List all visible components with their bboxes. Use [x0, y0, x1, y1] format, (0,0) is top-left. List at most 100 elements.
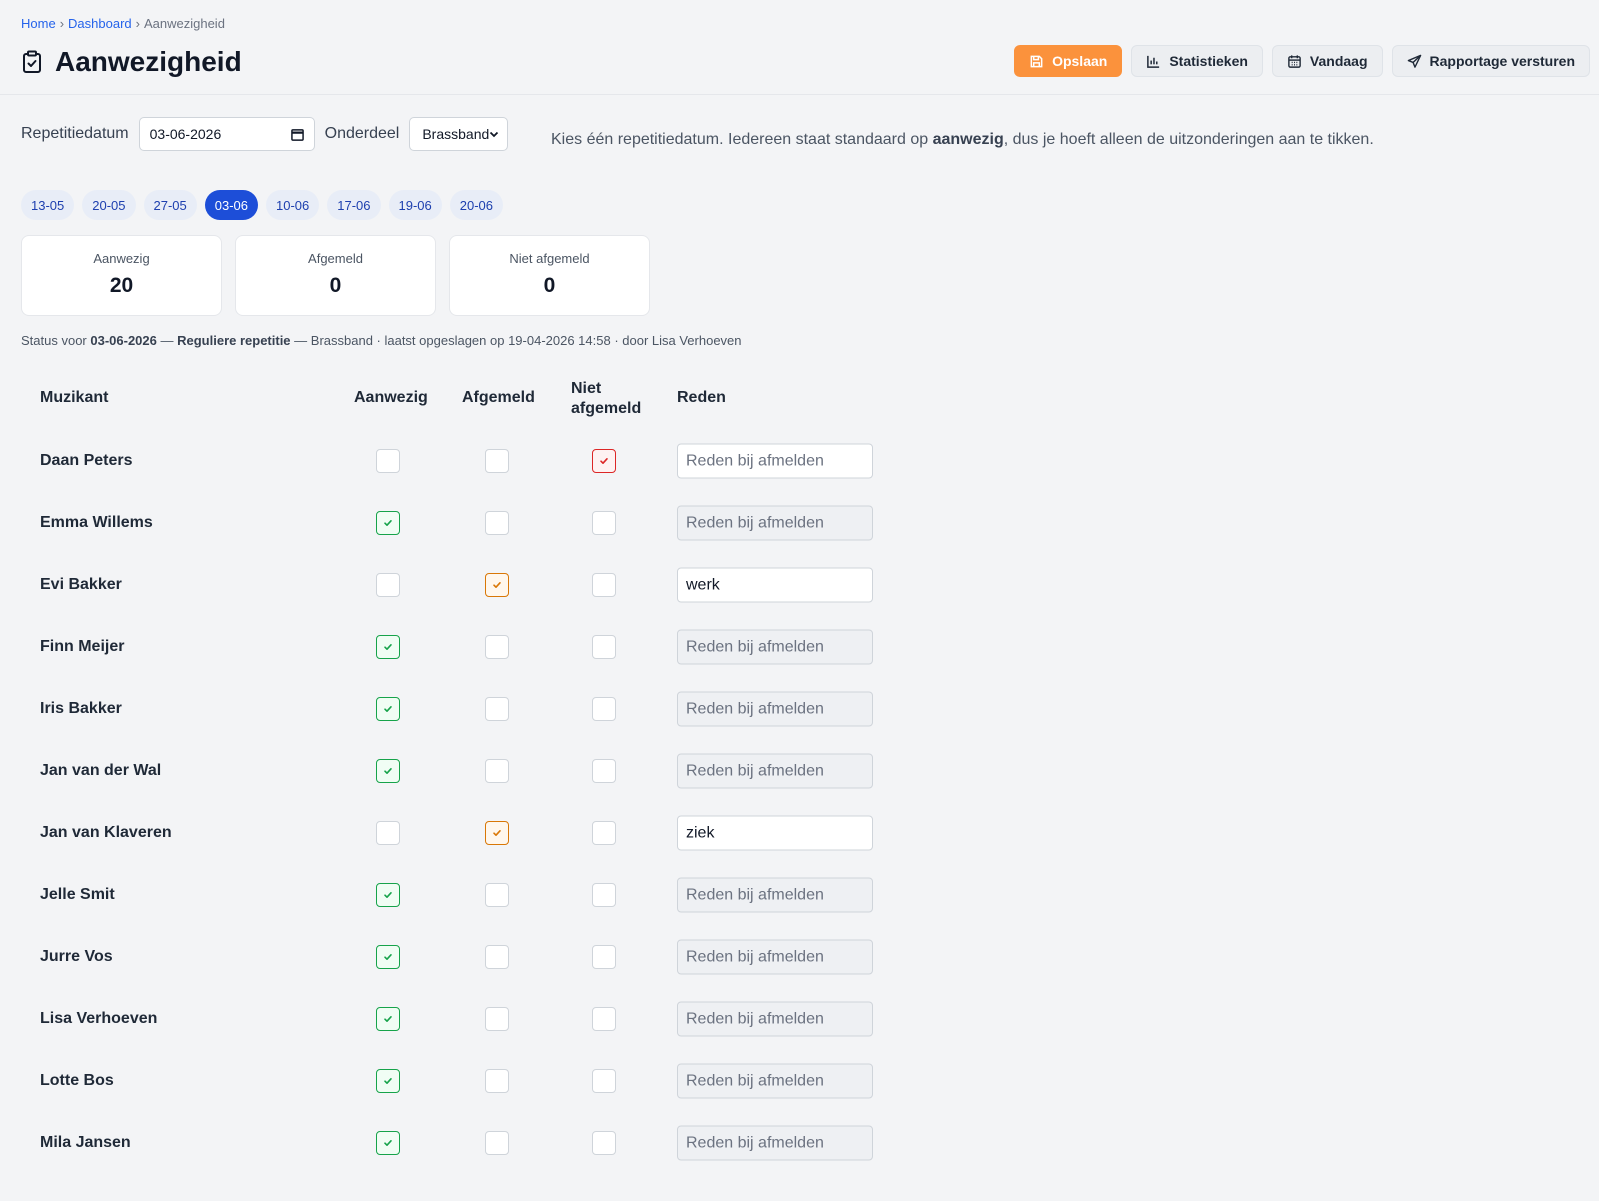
excused-checkbox[interactable]	[485, 697, 509, 721]
not-excused-checkbox[interactable]	[592, 511, 616, 535]
section-label: Onderdeel	[324, 125, 400, 142]
musician-name: Jurre Vos	[40, 948, 113, 965]
checkmark-icon	[384, 706, 392, 712]
send-report-button[interactable]: Rapportage versturen	[1391, 45, 1590, 77]
page-title-group: Aanwezigheid	[21, 46, 242, 78]
reason-input[interactable]	[677, 1063, 873, 1099]
excused-checkbox[interactable]	[485, 1131, 509, 1155]
not-excused-checkbox[interactable]	[592, 883, 616, 907]
date-pill[interactable]: 27-05	[143, 190, 197, 220]
breadcrumb-separator: ›	[59, 16, 65, 31]
not-excused-checkbox[interactable]	[592, 821, 616, 845]
present-checkbox[interactable]	[376, 511, 400, 535]
date-pill[interactable]: 20-06	[449, 190, 503, 220]
excused-checkbox[interactable]	[485, 1007, 509, 1031]
stat-label: Afgemeld	[308, 251, 363, 266]
not-excused-checkbox[interactable]	[592, 759, 616, 783]
date-pill[interactable]: 20-05	[82, 190, 136, 220]
rehearsal-date-input[interactable]: 03-06-2026	[138, 117, 315, 151]
excused-checkbox[interactable]	[485, 635, 509, 659]
statistics-button-label: Statistieken	[1169, 53, 1248, 69]
table-row: Jurre Vos	[21, 926, 901, 988]
present-checkbox[interactable]	[376, 1069, 400, 1093]
present-checkbox[interactable]	[376, 573, 400, 597]
calendar-icon[interactable]	[290, 128, 304, 141]
present-checkbox[interactable]	[376, 449, 400, 473]
not-excused-checkbox[interactable]	[592, 945, 616, 969]
not-excused-checkbox[interactable]	[592, 635, 616, 659]
table-row: Lisa Verhoeven	[21, 988, 901, 1050]
excused-checkbox[interactable]	[485, 511, 509, 535]
excused-checkbox[interactable]	[485, 1069, 509, 1093]
calendar-icon	[1288, 54, 1301, 68]
excused-checkbox[interactable]	[485, 759, 509, 783]
table-row: Jelle Smit	[21, 864, 901, 926]
reason-input[interactable]	[677, 691, 873, 727]
stat-card: Aanwezig 20	[21, 235, 222, 316]
statistics-button[interactable]: Statistieken	[1131, 45, 1263, 77]
present-checkbox[interactable]	[376, 697, 400, 721]
breadcrumb-home-link[interactable]: Home	[21, 16, 56, 31]
checkmark-icon	[493, 830, 501, 836]
present-checkbox[interactable]	[376, 945, 400, 969]
musician-name: Finn Meijer	[40, 638, 125, 655]
not-excused-checkbox[interactable]	[592, 697, 616, 721]
date-pill[interactable]: 13-05	[21, 190, 75, 220]
clipboard-check-icon	[21, 49, 43, 75]
date-pill[interactable]: 19-06	[388, 190, 442, 220]
date-pill[interactable]: 10-06	[266, 190, 320, 220]
musician-name: Lisa Verhoeven	[40, 1010, 158, 1027]
help-text: Kies één repetitiedatum. Iedereen staat …	[551, 131, 1374, 148]
breadcrumb-separator: ›	[135, 16, 140, 31]
excused-checkbox[interactable]	[485, 449, 509, 473]
header-reason: Reden	[677, 389, 726, 406]
stat-value: 0	[329, 274, 342, 297]
excused-checkbox[interactable]	[485, 883, 509, 907]
checkmark-icon	[384, 768, 392, 774]
today-button[interactable]: Vandaag	[1271, 45, 1383, 77]
status-line: Status voor 03-06-2026 — Reguliere repet…	[21, 333, 742, 348]
breadcrumb: Home › Dashboard › Aanwezigheid	[21, 16, 225, 31]
date-label: Repetitiedatum	[21, 125, 129, 142]
date-pill[interactable]: 03-06	[204, 190, 258, 220]
present-checkbox[interactable]	[376, 883, 400, 907]
not-excused-checkbox[interactable]	[592, 449, 616, 473]
checkmark-icon	[384, 520, 392, 526]
stat-label: Aanwezig	[93, 251, 150, 266]
present-checkbox[interactable]	[376, 759, 400, 783]
reason-input[interactable]	[677, 505, 873, 541]
reason-input[interactable]	[677, 1125, 873, 1161]
not-excused-checkbox[interactable]	[592, 1069, 616, 1093]
excused-checkbox[interactable]	[485, 821, 509, 845]
breadcrumb-dashboard-link[interactable]: Dashboard	[68, 16, 132, 31]
reason-input[interactable]	[677, 939, 873, 975]
bar-chart-icon	[1147, 55, 1160, 68]
reason-input[interactable]	[677, 1001, 873, 1037]
present-checkbox[interactable]	[376, 1007, 400, 1031]
save-button[interactable]: Opslaan	[1014, 45, 1123, 77]
stat-value: 20	[109, 274, 134, 297]
excused-checkbox[interactable]	[485, 945, 509, 969]
excused-checkbox[interactable]	[485, 573, 509, 597]
not-excused-checkbox[interactable]	[592, 573, 616, 597]
reason-input[interactable]	[677, 877, 873, 913]
reason-input[interactable]	[677, 753, 873, 789]
not-excused-checkbox[interactable]	[592, 1007, 616, 1031]
present-checkbox[interactable]	[376, 1131, 400, 1155]
not-excused-checkbox[interactable]	[592, 1131, 616, 1155]
section-select[interactable]: Brassband	[409, 117, 509, 151]
present-checkbox[interactable]	[376, 635, 400, 659]
musician-name: Emma Willems	[40, 514, 153, 531]
toolbar: Opslaan Statistieken Vandaag Rapportage …	[1014, 45, 1590, 77]
table-row: Iris Bakker	[21, 678, 901, 740]
present-checkbox[interactable]	[376, 821, 400, 845]
checkmark-icon	[384, 892, 392, 898]
date-pill[interactable]: 17-06	[327, 190, 381, 220]
reason-input[interactable]	[677, 567, 873, 603]
send-icon	[1407, 54, 1421, 68]
reason-input[interactable]	[677, 443, 873, 479]
reason-input[interactable]	[677, 815, 873, 851]
checkmark-icon	[384, 1140, 392, 1146]
header-excused: Afgemeld	[462, 389, 535, 406]
reason-input[interactable]	[677, 629, 873, 665]
